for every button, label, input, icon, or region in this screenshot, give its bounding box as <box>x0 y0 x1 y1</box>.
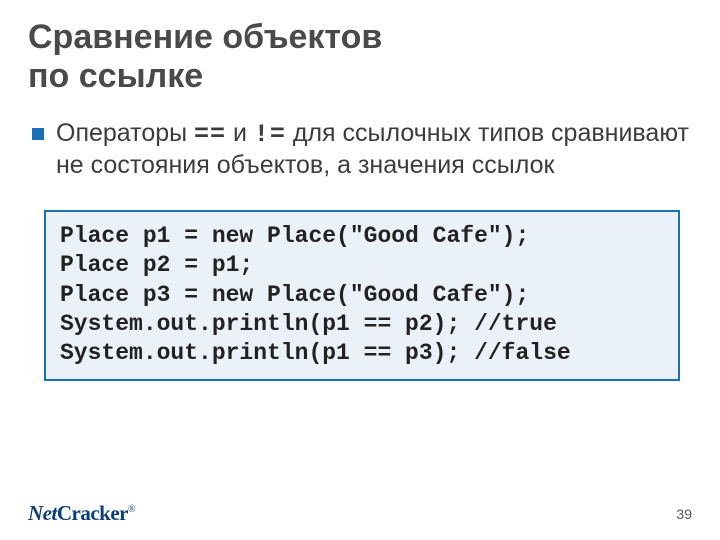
code-block: Place p1 = new Place("Good Cafe"); Place… <box>44 210 680 381</box>
bullet-marker-icon <box>32 128 44 140</box>
logo-cracker: Cracker <box>57 501 128 525</box>
slide-body: Операторы == и != для ссылочных типов ср… <box>28 118 692 381</box>
bullet-part2: и <box>226 119 254 147</box>
logo-net: Net <box>28 501 57 525</box>
bullet-text: Операторы == и != для ссылочных типов ср… <box>56 118 692 182</box>
netcracker-logo: NetCracker® <box>28 501 135 526</box>
operator-equals: == <box>194 120 226 149</box>
title-line-2: по ссылке <box>28 57 203 95</box>
slide: Сравнение объектов по ссылке Операторы =… <box>0 0 720 540</box>
operator-not-equals: != <box>254 120 286 149</box>
bullet-part1: Операторы <box>56 119 194 147</box>
logo-reg: ® <box>128 504 135 515</box>
page-number: 39 <box>676 506 692 522</box>
slide-title: Сравнение объектов по ссылке <box>28 18 692 96</box>
title-line-1: Сравнение объектов <box>28 18 382 56</box>
slide-footer: NetCracker® 39 <box>0 496 720 526</box>
bullet-item: Операторы == и != для ссылочных типов ср… <box>32 118 692 182</box>
